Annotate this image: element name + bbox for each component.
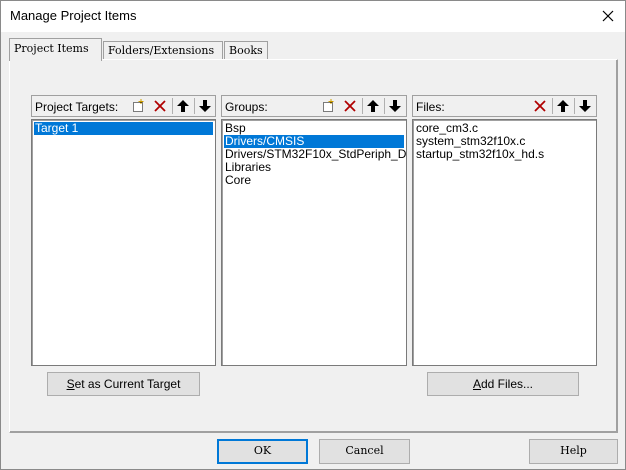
files-list[interactable]: core_cm3.c system_stm32f10x.c startup_st… <box>412 119 597 366</box>
list-item[interactable]: Target 1 <box>34 122 213 135</box>
arrow-up-icon <box>367 100 379 112</box>
mnemonic: S <box>66 377 75 391</box>
list-item[interactable]: Core <box>224 174 251 187</box>
new-target-button[interactable] <box>128 97 148 115</box>
new-item-icon <box>133 99 144 112</box>
new-item-icon <box>323 99 334 112</box>
groups-label: Groups: <box>225 100 268 114</box>
help-button[interactable]: Help <box>529 439 618 464</box>
set-current-target-button[interactable]: Set as Current Target <box>47 372 200 396</box>
new-group-button[interactable] <box>318 97 338 115</box>
tab-label: Folders/Extensions <box>108 44 215 57</box>
files-header: Files: <box>412 95 597 117</box>
targets-label: Project Targets: <box>35 100 119 114</box>
targets-list[interactable]: Target 1 <box>31 119 216 366</box>
tab-label: Project Items <box>14 42 89 55</box>
cancel-button[interactable]: Cancel <box>319 439 410 464</box>
arrow-down-icon <box>199 100 211 112</box>
arrow-up-icon <box>557 100 569 112</box>
close-icon <box>602 10 614 22</box>
arrow-up-icon <box>177 100 189 112</box>
delete-target-button[interactable] <box>150 97 170 115</box>
move-file-down-button[interactable] <box>575 97 595 115</box>
targets-header: Project Targets: <box>31 95 216 117</box>
delete-icon <box>154 100 166 112</box>
move-group-up-button[interactable] <box>363 97 383 115</box>
tab-books[interactable]: Books <box>224 41 268 60</box>
files-label: Files: <box>416 100 445 114</box>
tab-label: Books <box>229 44 263 57</box>
groups-header: Groups: <box>221 95 407 117</box>
delete-icon <box>534 100 546 112</box>
close-button[interactable] <box>597 5 619 27</box>
arrow-down-icon <box>579 100 591 112</box>
tab-folders-extensions[interactable]: Folders/Extensions <box>103 41 223 60</box>
add-files-button[interactable]: Add Files... <box>427 372 579 396</box>
title-bar: Manage Project Items <box>1 1 625 32</box>
list-item[interactable]: startup_stm32f10x_hd.s <box>415 148 544 161</box>
groups-list[interactable]: Bsp Drivers/CMSIS Drivers/STM32F10x_StdP… <box>221 119 407 366</box>
window-title: Manage Project Items <box>10 8 137 23</box>
delete-icon <box>344 100 356 112</box>
delete-file-button[interactable] <box>530 97 550 115</box>
move-group-down-button[interactable] <box>385 97 405 115</box>
set-current-target-rest: et as Current Target <box>74 377 181 391</box>
move-target-down-button[interactable] <box>195 97 215 115</box>
ok-button[interactable]: OK <box>217 439 308 464</box>
arrow-down-icon <box>389 100 401 112</box>
manage-project-items-dialog: Manage Project Items Project Items Folde… <box>0 0 626 470</box>
tab-project-items[interactable]: Project Items <box>9 38 102 61</box>
mnemonic: A <box>472 377 481 391</box>
delete-group-button[interactable] <box>340 97 360 115</box>
move-file-up-button[interactable] <box>553 97 573 115</box>
move-target-up-button[interactable] <box>173 97 193 115</box>
add-files-rest: dd Files... <box>480 377 534 391</box>
